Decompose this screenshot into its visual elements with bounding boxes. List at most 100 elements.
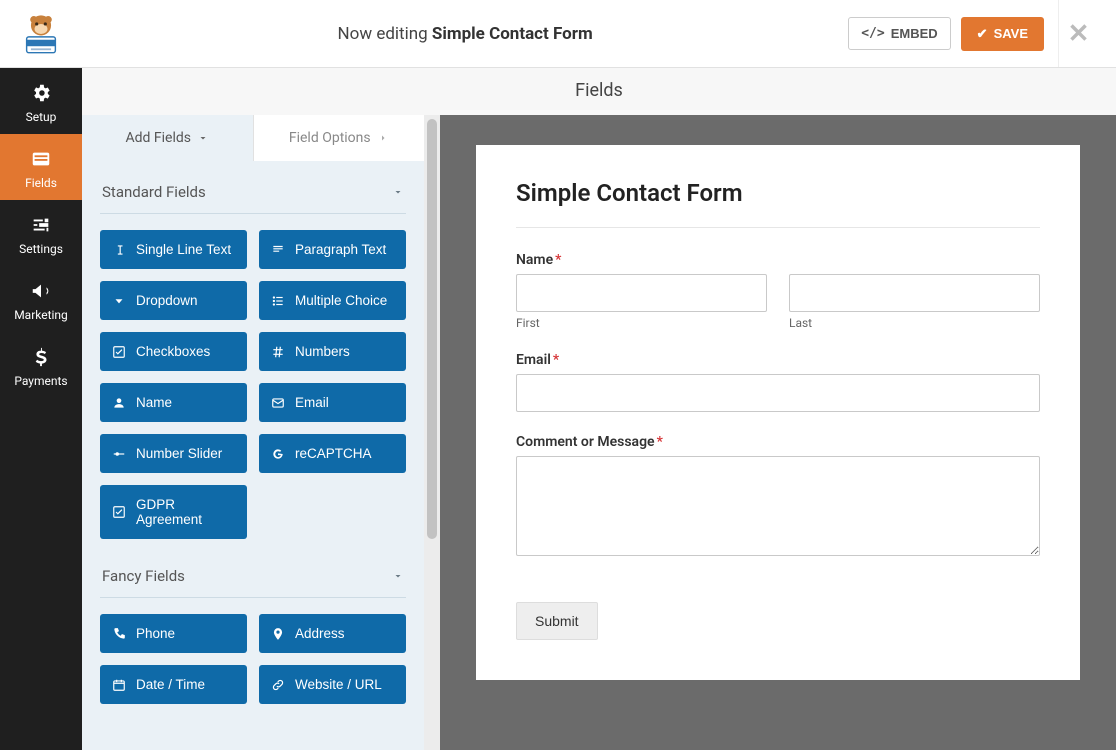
field-address[interactable]: Address [259,614,406,653]
field-label: Name [136,395,172,410]
chevron-down-icon [197,132,209,144]
nav-item-settings[interactable]: Settings [0,200,82,266]
nav-label: Marketing [14,308,68,322]
field-label: Checkboxes [136,344,210,359]
nav-item-fields[interactable]: Fields [0,134,82,200]
nav-item-marketing[interactable]: Marketing [0,266,82,332]
comment-textarea[interactable] [516,456,1040,556]
field-label: Multiple Choice [295,293,387,308]
field-numbers[interactable]: Numbers [259,332,406,371]
field-gdpr-agreement[interactable]: GDPR Agreement [100,485,247,539]
scrollbar-thumb[interactable] [427,119,437,539]
phone-icon [112,627,126,641]
form-name: Simple Contact Form [432,24,593,44]
field-label: reCAPTCHA [295,446,372,461]
field-label: Paragraph Text [295,242,386,257]
field-label: Comment or Message* [516,434,1040,450]
nav-label: Payments [14,374,67,388]
label-text: Comment or Message [516,434,655,450]
field-label: Single Line Text [136,242,231,257]
section-standard-fields[interactable]: Standard Fields [100,173,406,214]
page-title: Now editing Simple Contact Form [82,24,848,44]
field-label: Date / Time [136,677,205,692]
close-button[interactable]: ✕ [1058,0,1098,67]
form-preview-card[interactable]: Simple Contact Form Name* First [476,145,1080,680]
tab-add-fields[interactable]: Add Fields [82,115,253,161]
left-nav: Setup Fields Settings Marketing Payments [0,68,82,750]
field-paragraph-text[interactable]: Paragraph Text [259,230,406,269]
field-recaptcha[interactable]: reCAPTCHA [259,434,406,473]
center-header: Fields [82,68,1116,115]
paragraph-icon [271,243,285,257]
first-sublabel: First [516,316,767,330]
dollar-icon [30,346,52,368]
field-email[interactable]: Email [259,383,406,422]
now-editing-label: Now editing [338,24,428,44]
field-label: Number Slider [136,446,222,461]
form-title: Simple Contact Form [516,179,1040,228]
chevron-right-icon [377,132,389,144]
field-multiple-choice[interactable]: Multiple Choice [259,281,406,320]
caret-down-icon [112,294,126,308]
field-number-slider[interactable]: Number Slider [100,434,247,473]
nav-label: Settings [19,242,63,256]
chevron-down-icon [392,186,404,198]
field-label: Email* [516,352,1040,368]
code-icon: </> [861,26,884,41]
envelope-icon [271,396,285,410]
app-logo [0,11,82,57]
list-icon [271,294,285,308]
field-dropdown[interactable]: Dropdown [100,281,247,320]
nav-label: Setup [26,110,57,124]
nav-item-payments[interactable]: Payments [0,332,82,398]
email-input[interactable] [516,374,1040,412]
field-single-line-text[interactable]: Single Line Text [100,230,247,269]
field-checkboxes[interactable]: Checkboxes [100,332,247,371]
field-name[interactable]: Name [100,383,247,422]
required-asterisk: * [553,352,559,368]
check-icon: ✔ [977,26,988,42]
field-label: Numbers [295,344,350,359]
section-fancy-fields[interactable]: Fancy Fields [100,549,406,598]
field-website-url[interactable]: Website / URL [259,665,406,704]
field-phone[interactable]: Phone [100,614,247,653]
field-label: Website / URL [295,677,382,692]
field-label: Email [295,395,329,410]
submit-button[interactable]: Submit [516,602,598,640]
tab-label: Add Fields [126,130,192,146]
field-label: GDPR Agreement [136,497,235,527]
check-square-icon [112,345,126,359]
section-title: Standard Fields [102,183,206,201]
section-title: Fancy Fields [102,567,185,585]
nav-item-setup[interactable]: Setup [0,68,82,134]
top-bar: Now editing Simple Contact Form </> EMBE… [0,0,1116,68]
user-icon [112,396,126,410]
embed-button[interactable]: </> EMBED [848,17,950,50]
chevron-down-icon [392,570,404,582]
close-icon: ✕ [1068,19,1090,49]
calendar-icon [112,678,126,692]
save-button[interactable]: ✔ SAVE [961,17,1044,51]
field-panel: Add Fields Field Options Standard Fields [82,115,424,750]
google-icon [271,447,285,461]
map-pin-icon [271,627,285,641]
first-name-input[interactable] [516,274,767,312]
required-asterisk: * [555,252,561,268]
check-square-icon [112,505,126,519]
panel-scrollbar[interactable] [424,115,440,750]
field-label: Name* [516,252,1040,268]
last-name-input[interactable] [789,274,1040,312]
last-sublabel: Last [789,316,1040,330]
tab-label: Field Options [289,130,371,146]
tab-field-options[interactable]: Field Options [253,115,425,161]
field-label: Address [295,626,345,641]
form-field-name[interactable]: Name* First Last [516,252,1040,330]
sliders-icon [30,214,52,236]
bullhorn-icon [30,280,52,302]
field-date-time[interactable]: Date / Time [100,665,247,704]
submit-label: Submit [535,613,579,629]
form-field-email[interactable]: Email* [516,352,1040,412]
hash-icon [271,345,285,359]
label-text: Name [516,252,553,268]
form-field-comment[interactable]: Comment or Message* [516,434,1040,560]
